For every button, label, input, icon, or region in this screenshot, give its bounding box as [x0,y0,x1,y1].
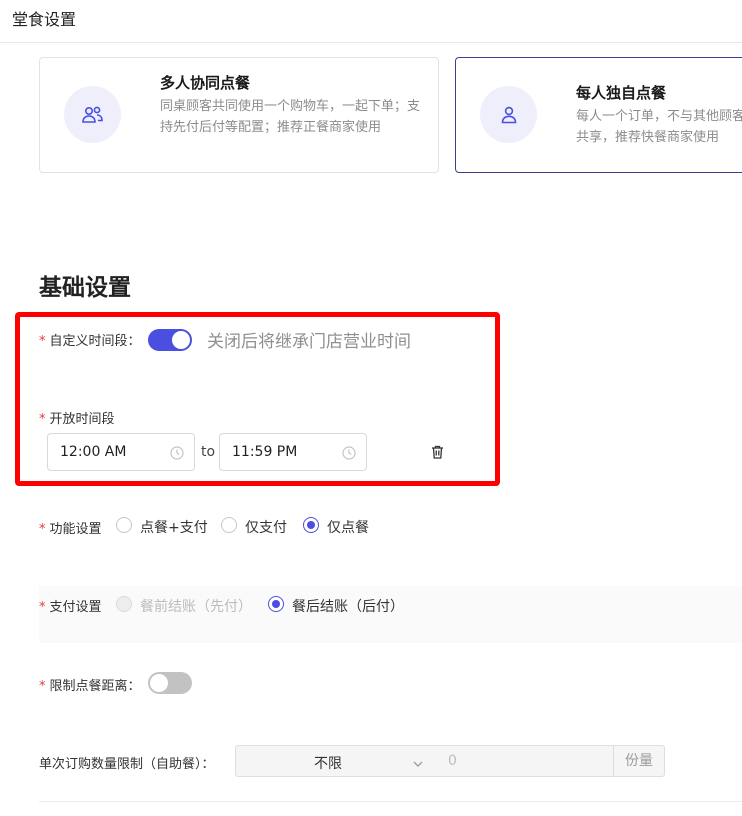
toggle-knob [172,331,190,349]
distance-label: * 限制点餐距离： [39,679,141,694]
radio-label-pay-only: 仅支付 [245,520,287,536]
radio-label-postpay: 餐后结账（后付） [292,599,404,615]
radio-label-prepay: 餐前结账（先付） [140,599,252,615]
function-label: * 功能设置 [39,522,102,537]
required-mark: * [39,522,46,537]
to-label: to [201,444,216,460]
mode-card-single[interactable]: 每人独自点餐 每人一个订单，不与其他顾客共享，推荐快餐商家使用 [455,57,742,173]
end-time-value: 11:59 PM [232,444,298,460]
user-icon [480,86,537,143]
bottom-divider [39,801,742,802]
quantity-unit: 份量 [613,745,665,777]
open-time-label: * 开放时间段 [39,412,115,427]
title-divider [0,42,742,43]
radio-pay-only[interactable] [221,517,237,533]
radio-postpay[interactable] [268,596,284,612]
start-time-input[interactable]: 12:00 AM [47,433,195,471]
trash-icon[interactable] [431,444,444,463]
radio-order-pay[interactable] [116,517,132,533]
toggle-knob [150,674,168,692]
clock-icon [342,445,356,464]
mode-card-multi[interactable]: 多人协同点餐 同桌顾客共同使用一个购物车，一起下单；支持先付后付等配置；推荐正餐… [39,57,439,173]
required-mark: * [39,679,46,694]
end-time-input[interactable]: 11:59 PM [219,433,367,471]
custom-time-label: * 自定义时间段： [39,334,141,349]
payment-label: * 支付设置 [39,600,102,615]
custom-time-hint: 关闭后将继承门店营业时间 [207,332,411,352]
distance-toggle[interactable] [148,672,192,694]
radio-order-only[interactable] [303,517,319,533]
mode-desc: 同桌顾客共同使用一个购物车，一起下单；支持先付后付等配置；推荐正餐商家使用 [160,99,421,135]
radio-label-order-pay: 点餐+支付 [140,520,208,536]
chevron-down-icon [412,755,424,774]
quantity-input[interactable]: 0 [436,745,614,777]
required-mark: * [39,412,46,427]
clock-icon [170,445,184,464]
start-time-value: 12:00 AM [60,444,127,460]
radio-prepay [116,596,132,612]
radio-label-order-only: 仅点餐 [327,520,369,536]
quantity-select-value: 不限 [314,756,342,772]
quantity-input-value: 0 [448,753,457,769]
mode-title: 每人独自点餐 [576,84,667,102]
mode-title: 多人协同点餐 [160,74,251,92]
page-title: 堂食设置 [12,10,77,29]
required-mark: * [39,334,46,349]
section-title: 基础设置 [39,275,131,301]
custom-time-toggle[interactable] [148,329,192,351]
quantity-limit-select[interactable]: 不限 [235,745,437,777]
users-icon [64,86,121,143]
quantity-label: 单次订购数量限制（自助餐）： [39,757,215,772]
mode-desc: 每人一个订单，不与其他顾客共享，推荐快餐商家使用 [576,109,742,145]
required-mark: * [39,600,46,615]
